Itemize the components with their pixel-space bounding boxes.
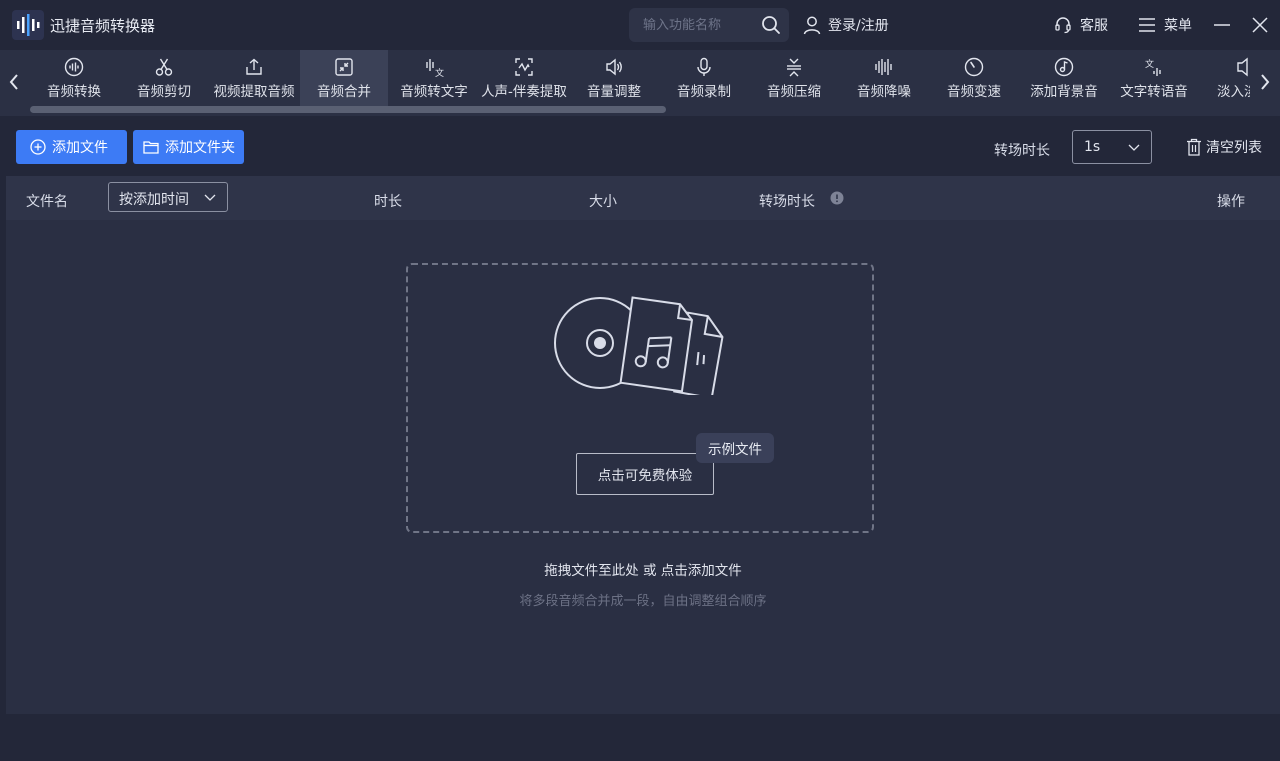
customer-service-label: 客服 [1080,18,1108,34]
file-list-panel: 文件名 按添加时间 时长 大小 转场时长 操作 点击可免费体验 示例文件 拖拽文… [6,176,1280,714]
folder-icon [143,141,159,154]
title-bar: 迅捷音频转换器 登录/注册 客服 菜单 [0,0,1280,50]
app-title: 迅捷音频转换器 [50,17,156,35]
tool-label: 人声-伴奏提取 [481,84,567,100]
chevron-left-icon[interactable] [6,70,22,94]
free-trial-button[interactable]: 点击可免费体验 [576,453,714,495]
column-filename: 文件名 [26,194,68,210]
tool-label: 音量调整 [587,84,641,100]
tool-label: 音频降噪 [857,84,911,100]
tool-text-to-speech[interactable]: 文 文字转语音 [1110,50,1198,106]
tool-label: 音频转换 [47,84,101,100]
chevron-down-icon [204,194,216,201]
tool-label: 视频提取音频 [213,84,295,100]
tool-video-extract-audio[interactable]: 视频提取音频 [210,50,298,106]
denoise-icon [875,59,892,75]
tool-label: 音频剪切 [137,84,191,100]
audio-to-text-icon: 文 [426,59,444,77]
speed-gauge-icon [964,57,984,77]
tool-add-background-music[interactable]: 添加背景音 [1020,50,1108,106]
menu-button[interactable]: 菜单 [1138,14,1192,36]
tool-audio-denoise[interactable]: 音频降噪 [840,50,928,106]
music-note-circle-icon [1054,57,1074,77]
close-icon[interactable] [1250,14,1270,36]
upload-icon [246,58,262,75]
tool-audio-cut[interactable]: 音频剪切 [120,50,208,106]
customer-service-button[interactable]: 客服 [1054,14,1108,36]
tool-audio-speed[interactable]: 音频变速 [930,50,1018,106]
toolbar-scrollbar[interactable] [30,106,666,113]
fade-icon [1237,57,1248,77]
tool-label: 音频压缩 [767,84,821,100]
tool-volume-adjust[interactable]: 音量调整 [570,50,658,106]
tool-label: 文字转语音 [1120,84,1188,100]
user-icon [803,16,821,35]
tool-label: 音频转文字 [400,84,468,100]
table-header: 文件名 按添加时间 时长 大小 转场时长 操作 [6,176,1280,220]
svg-text:文: 文 [435,67,444,77]
login-register-label: 登录/注册 [828,18,889,34]
minimize-icon[interactable] [1212,14,1232,36]
tool-label: 添加背景音 [1030,84,1098,100]
drop-hint-description: 将多段音频合并成一段，自由调整组合顺序 [519,594,767,609]
login-register-button[interactable]: 登录/注册 [802,14,889,36]
add-file-label: 添加文件 [52,140,108,156]
audio-files-illustration-icon [554,296,724,395]
menu-label: 菜单 [1164,18,1192,34]
speaker-icon [606,58,622,76]
tool-audio-to-text[interactable]: 文 音频转文字 [390,50,478,106]
sort-select-value: 按添加时间 [119,192,189,208]
plus-circle-icon [30,139,46,155]
transition-duration-label: 转场时长 [994,143,1050,159]
chevron-right-icon[interactable] [1257,70,1273,94]
search-box[interactable] [629,8,789,42]
microphone-icon [697,57,711,76]
tool-vocal-extract[interactable]: 人声-伴奏提取 [480,50,568,106]
app-logo-icon [12,10,44,40]
scissors-icon [155,58,173,76]
compress-icon [787,58,801,77]
chevron-down-icon [1128,144,1140,151]
tool-fade-in-out[interactable]: 淡入淡出 [1200,50,1250,106]
column-size: 大小 [589,194,617,210]
tool-audio-record[interactable]: 音频录制 [660,50,748,106]
headset-icon [1055,17,1071,34]
drop-hint: 拖拽文件至此处 或 点击添加文件 [544,563,742,579]
add-folder-label: 添加文件夹 [165,140,235,156]
clear-list-label: 清空列表 [1206,140,1262,156]
sort-select[interactable]: 按添加时间 [108,182,228,212]
clear-list-button[interactable]: 清空列表 [1186,137,1262,157]
tool-label: 音频录制 [677,84,731,100]
search-input[interactable] [643,16,753,34]
vocal-extract-icon [515,58,533,76]
tool-audio-convert[interactable]: 音频转换 [30,50,118,106]
tool-audio-merge[interactable]: 音频合并 [300,50,388,106]
tool-label: 音频合并 [317,84,371,100]
tool-audio-compress[interactable]: 音频压缩 [750,50,838,106]
feature-list: 音频转换 音频剪切 视频提取音频 音频合并 文 音频转文字 人声-伴奏提取 音量… [30,50,1250,106]
text-to-speech-icon: 文 [1145,58,1161,76]
transition-duration-select[interactable]: 1s [1072,130,1152,164]
hamburger-icon [1139,18,1155,32]
svg-text:文: 文 [1145,58,1154,70]
drop-zone[interactable]: 点击可免费体验 示例文件 [406,263,874,533]
column-action: 操作 [1217,194,1245,210]
tool-label: 音频变速 [947,84,1001,100]
transition-duration-value: 1s [1084,139,1101,155]
info-icon[interactable] [830,191,844,205]
sample-file-badge[interactable]: 示例文件 [696,433,774,463]
trash-icon [1187,138,1201,156]
merge-icon [335,58,353,76]
waveform-circle-icon [64,57,84,77]
add-folder-button[interactable]: 添加文件夹 [133,130,244,164]
search-icon[interactable] [761,15,781,35]
column-transition: 转场时长 [759,194,815,210]
column-duration: 时长 [374,194,402,210]
add-file-button[interactable]: 添加文件 [16,130,127,164]
tool-label: 淡入淡出 [1217,84,1250,100]
